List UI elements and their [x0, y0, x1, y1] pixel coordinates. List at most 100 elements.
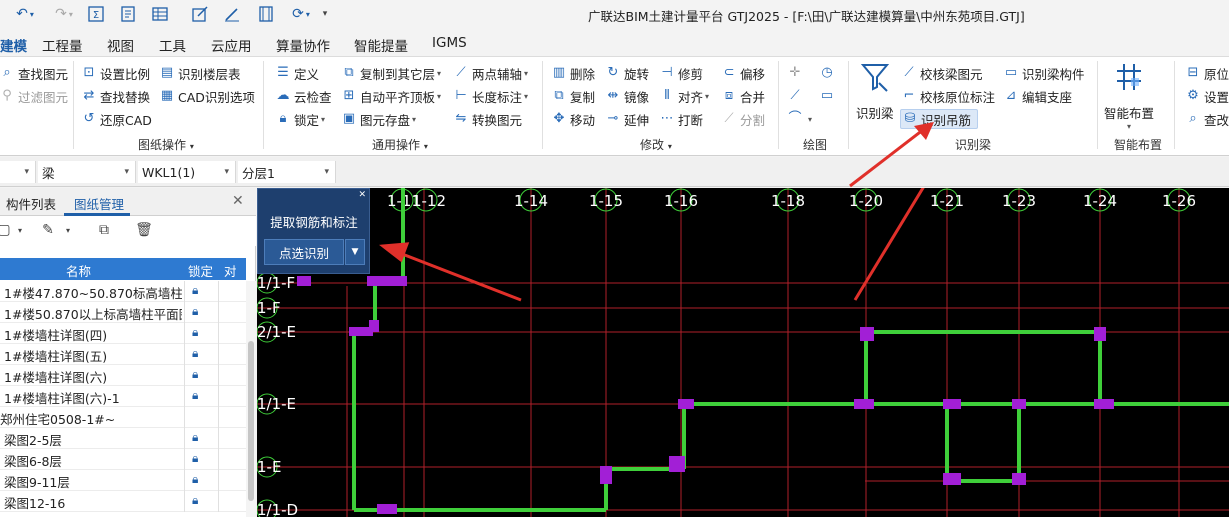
auto-align-slab-button[interactable]: ⊞ 自动平齐顶板 ▾ [342, 86, 441, 106]
menu-view[interactable]: 视图 [107, 35, 134, 55]
inplace-button[interactable]: ⊟ 原位 [1186, 63, 1229, 83]
chevron-down-icon[interactable]: ▾ [318, 4, 332, 24]
identify-floor-table-button[interactable]: ▤ 识别楼层表 [160, 63, 241, 83]
undo-icon[interactable]: ↶ ▾ [10, 4, 40, 24]
table-row[interactable]: 1#楼墙柱详图(五) 🔒︎ [0, 344, 246, 365]
table-row[interactable]: 梁图12-16 🔒︎ [0, 491, 246, 512]
table-row[interactable]: 1#楼墙柱详图(六)-1 🔒︎ [0, 386, 246, 407]
table-row[interactable]: 1#楼47.870~50.870标高墙柱... 🔒︎ [0, 281, 246, 302]
line-tool-button[interactable]: ⟋ [788, 86, 806, 106]
circle-tool-button[interactable]: ◷ [820, 63, 838, 83]
edit-drawing-icon[interactable]: ✎ [38, 222, 58, 240]
lock-icon[interactable]: 🔒︎ [192, 367, 198, 382]
copy-button[interactable]: ⧉ 复制 [552, 86, 595, 106]
merge-button[interactable]: ⧈ 合并 [722, 86, 765, 106]
lock-icon[interactable]: 🔒︎ [192, 304, 198, 319]
col-align[interactable]: 对 [224, 261, 237, 280]
trash-icon[interactable]: 🗑︎ [134, 222, 154, 240]
lock-icon[interactable]: 🔒︎ [192, 283, 198, 298]
drawing-canvas[interactable]: 1-11 1-12 1-14 1-15 1-16 1-18 1-20 1-21 … [257, 188, 1229, 517]
copy-drawing-icon[interactable]: ⧉ [94, 222, 114, 240]
sync-icon[interactable]: ⟳ ▾ [288, 4, 314, 24]
identify-beam-button[interactable]: 识别梁 [856, 61, 894, 122]
lock-icon[interactable]: 🔒︎ [192, 451, 198, 466]
col-name[interactable]: 名称 [66, 261, 91, 280]
menu-quantity[interactable]: 工程量 [42, 35, 83, 55]
point-tool-button[interactable]: ✛ [788, 63, 806, 83]
arc-tool-button[interactable]: ⌒ ▾ [788, 109, 812, 129]
copy-to-floor-button[interactable]: ⧉ 复制到其它层 ▾ [342, 63, 441, 83]
col-lock[interactable]: 锁定 [188, 261, 213, 280]
table-icon[interactable] [150, 4, 170, 24]
table-row[interactable]: 梁图9-11层 🔒︎ [0, 470, 246, 491]
offset-button[interactable]: ⊂ 偏移 [722, 63, 765, 83]
chevron-down-icon[interactable]: ▼ [345, 239, 365, 265]
cad-drawing[interactable]: 1-11 1-12 1-14 1-15 1-16 1-18 1-20 1-21 … [257, 188, 1229, 517]
convert-element-button[interactable]: ⇋ 转换图元 [454, 109, 522, 129]
close-icon[interactable]: ✕ [232, 193, 244, 209]
set-scale-button[interactable]: ⊡ 设置比例 [82, 63, 150, 83]
lock-icon[interactable]: 🔒︎ [192, 346, 198, 361]
close-icon[interactable]: ✕ [358, 190, 366, 200]
two-point-axis-button[interactable]: ⟋ 两点辅轴 ▾ [454, 63, 528, 83]
edit-support-button[interactable]: ⊿ 编辑支座 [1004, 86, 1072, 106]
cloud-check-button[interactable]: ☁ 云检查 [276, 86, 332, 106]
lock-button[interactable]: 🔒︎ 锁定 ▾ [276, 109, 326, 129]
lock-icon[interactable]: 🔒︎ [192, 430, 198, 445]
film-icon[interactable] [256, 4, 276, 24]
extract-rebar-button[interactable]: 提取钢筋和标注 [264, 209, 364, 233]
table-row[interactable]: 1#楼墙柱详图(六) 🔒︎ [0, 365, 246, 386]
mirror-button[interactable]: ⇹ 镜像 [606, 86, 649, 106]
break-button[interactable]: ⋯ 打断 [660, 109, 704, 129]
save-element-button[interactable]: ▣ 图元存盘 ▾ [342, 109, 416, 129]
table-row[interactable]: 梁图6-8层 🔒︎ [0, 449, 246, 470]
filter-element-button[interactable]: ⚲ 过滤图元 [0, 86, 68, 106]
chevron-down-icon[interactable]: ▾ [58, 226, 78, 244]
pick-identify-button[interactable]: 点选识别 [264, 239, 344, 265]
menu-smart[interactable]: 智能提量 [354, 35, 408, 55]
report-icon[interactable] [118, 4, 138, 24]
redo-icon[interactable]: ↷ ▾ [50, 4, 78, 24]
define-button[interactable]: ☰ 定义 [276, 63, 319, 83]
cad-options-button[interactable]: ▦ CAD识别选项 [160, 86, 255, 106]
lock-icon[interactable]: 🔒︎ [192, 388, 198, 403]
scrollbar-thumb[interactable] [248, 341, 254, 501]
menu-collab[interactable]: 算量协作 [276, 35, 330, 55]
chevron-down-icon[interactable]: ▾ [10, 226, 30, 244]
lock-icon[interactable]: 🔒︎ [192, 472, 198, 487]
move-button[interactable]: ✥ 移动 [552, 109, 595, 129]
element-type-combo[interactable]: 梁 ▾ [38, 161, 136, 183]
length-dim-button[interactable]: ⊢ 长度标注 ▾ [454, 86, 528, 106]
restore-cad-button[interactable]: ↺ 还原CAD [82, 109, 152, 129]
sum-icon[interactable]: Σ [86, 4, 106, 24]
lock-icon[interactable]: 🔒︎ [192, 493, 198, 508]
pen-icon[interactable] [222, 4, 242, 24]
settings-button[interactable]: ⚙ 设置 [1186, 86, 1229, 106]
query-button[interactable]: ⌕ 查改 [1186, 109, 1229, 129]
identify-beam-member-button[interactable]: ▭ 识别梁构件 [1004, 63, 1085, 83]
check-beam-element-button[interactable]: ⟋ 校核梁图元 [902, 63, 982, 83]
scrollbar[interactable] [246, 281, 256, 517]
table-row[interactable]: 郑州住宅0508-1#~ [0, 407, 246, 428]
menu-igms[interactable]: IGMS [432, 35, 467, 51]
table-row[interactable]: 1#楼50.870以上标高墙柱平面图 🔒︎ [0, 302, 246, 323]
delete-button[interactable]: ▥ 删除 [552, 63, 595, 83]
layer-combo[interactable]: 分层1 ▾ [238, 161, 336, 183]
check-inplace-label-button[interactable]: ⌐ 校核原位标注 [902, 86, 995, 106]
tab-component-list[interactable]: 构件列表 [6, 194, 56, 213]
tab-drawing-management[interactable]: 图纸管理 [74, 194, 124, 213]
rotate-button[interactable]: ↻ 旋转 [606, 63, 649, 83]
table-row[interactable]: 梁图2-5层 🔒︎ [0, 428, 246, 449]
lock-icon[interactable]: 🔒︎ [192, 325, 198, 340]
element-name-combo[interactable]: WKL1(1) ▾ [138, 161, 236, 183]
align-button[interactable]: ⫴ 对齐 ▾ [660, 86, 709, 106]
edit-icon[interactable] [190, 4, 210, 24]
smart-layout-button[interactable]: 智能布置 ▾ [1104, 61, 1154, 131]
menu-modeling[interactable]: 建模 [0, 35, 27, 55]
menu-tools[interactable]: 工具 [159, 35, 186, 55]
floor-combo[interactable]: ▾ [0, 161, 36, 183]
menu-cloud[interactable]: 云应用 [211, 35, 252, 55]
rect-tool-button[interactable]: ▭ [820, 86, 838, 106]
extend-button[interactable]: ⊸ 延伸 [606, 109, 649, 129]
find-element-button[interactable]: ⌕ 查找图元 [0, 63, 68, 83]
